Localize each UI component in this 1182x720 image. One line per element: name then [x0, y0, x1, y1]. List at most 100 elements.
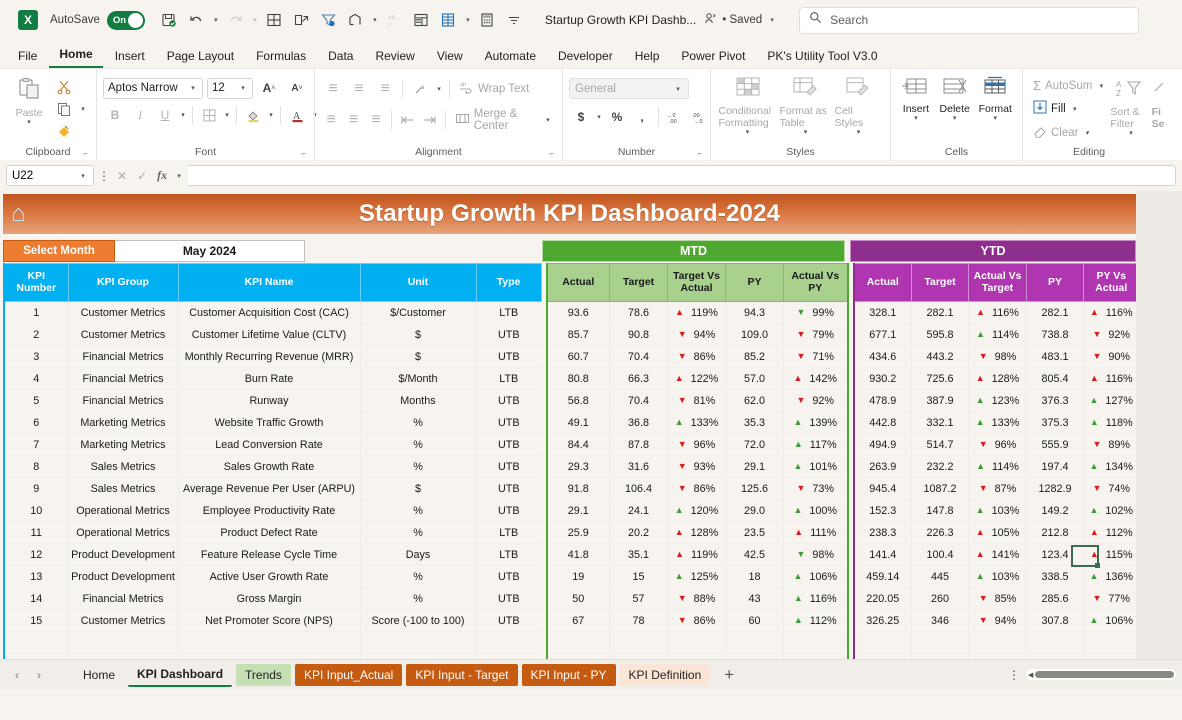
cell-ytd-py-vs-actual[interactable]: ▼ 90% — [1083, 345, 1141, 368]
cell-mtd-py[interactable]: 29.1 — [725, 455, 784, 478]
cell-mtd-target[interactable]: 57 — [609, 587, 668, 610]
table-row[interactable]: 8 Sales Metrics Sales Growth Rate% UTB 29.3 3… — [3, 455, 1141, 478]
underline-dropdown-icon[interactable]: ▾ — [178, 111, 188, 119]
cell-mtd-target[interactable]: 106.4 — [609, 477, 668, 500]
prev-sheet-icon[interactable]: ‹ — [6, 664, 28, 686]
cell-ytd-py[interactable]: 338.5 — [1026, 565, 1084, 588]
cell-empty[interactable] — [852, 631, 912, 654]
cell-type[interactable]: LTB — [475, 543, 541, 566]
cell-kpi-group[interactable]: Operational Metrics — [67, 499, 178, 522]
cell-empty[interactable] — [783, 631, 849, 654]
cell-kpi-group[interactable]: Marketing Metrics — [67, 433, 178, 456]
cell-mtd-py[interactable]: 57.0 — [725, 367, 784, 390]
cell-empty[interactable] — [667, 653, 726, 659]
cell-empty[interactable] — [177, 653, 360, 659]
sheet-tab-kpi-input-py[interactable]: KPI Input - PY — [521, 663, 616, 686]
cell-empty[interactable] — [359, 631, 476, 654]
cell-mtd-py[interactable]: 85.2 — [725, 345, 784, 368]
cell-mtd-target[interactable]: 87.8 — [609, 433, 668, 456]
cell-ytd-actual[interactable]: 434.6 — [852, 345, 912, 368]
table-row[interactable]: 15 Customer Metrics Net Promoter Score (NP… — [3, 609, 1141, 632]
cell-ytd-actual-vs-target[interactable]: ▲ 114% — [968, 323, 1027, 346]
cell-mtd-target-vs-actual[interactable]: ▼ 96% — [667, 433, 726, 456]
decrease-font-size-icon[interactable]: A ˅ — [285, 77, 309, 99]
italic-icon[interactable]: I — [128, 104, 152, 126]
cell-empty[interactable] — [177, 631, 360, 654]
cell-kpi-name[interactable]: Runway — [177, 389, 360, 412]
cut-icon[interactable] — [52, 76, 76, 98]
sort-filter-button[interactable]: AZ Sort & Filter ▾ — [1110, 76, 1151, 138]
cell-mtd-target-vs-actual[interactable]: ▲ 122% — [667, 367, 726, 390]
copy-icon[interactable] — [52, 98, 76, 120]
cell-unit[interactable]: % — [359, 455, 476, 478]
name-box-dropdown-icon[interactable]: ▾ — [78, 172, 88, 180]
tab-power-pivot[interactable]: Power Pivot — [671, 46, 755, 68]
tab-developer[interactable]: Developer — [548, 46, 623, 68]
cell-kpi-number[interactable]: 12 — [3, 543, 68, 566]
spreadsheet-dropdown-icon[interactable]: ▾ — [463, 16, 473, 24]
cell-empty[interactable] — [968, 631, 1027, 654]
number-format-select[interactable]: General ▾ — [569, 78, 689, 99]
cell-ytd-target[interactable]: 387.9 — [911, 389, 969, 412]
cell-mtd-py[interactable]: 60 — [725, 609, 784, 632]
cell-unit[interactable]: % — [359, 521, 476, 544]
cell-type[interactable]: LTB — [475, 301, 541, 324]
table-row[interactable]: 4 Financial Metrics Burn Rate $/Month LTB 80.… — [3, 367, 1141, 390]
cell-empty[interactable] — [911, 653, 969, 659]
cell-ytd-actual[interactable]: 478.9 — [852, 389, 912, 412]
cell-ytd-target[interactable]: 443.2 — [911, 345, 969, 368]
cell-unit[interactable]: % — [359, 433, 476, 456]
header-kpi-number[interactable]: KPI Number — [3, 263, 69, 302]
tab-help[interactable]: Help — [625, 46, 670, 68]
format-as-table-button[interactable]: Format as Table ▾ — [780, 73, 832, 137]
insert-function-icon[interactable]: fx — [154, 168, 170, 183]
header-mtd-py[interactable]: PY — [725, 263, 784, 302]
align-middle-icon[interactable]: ≡ — [347, 78, 371, 100]
cell-empty[interactable] — [545, 631, 610, 654]
sort-filter-dropdown-icon[interactable]: ▾ — [1126, 130, 1136, 138]
cell-mtd-actual[interactable]: 67 — [545, 609, 610, 632]
header-unit[interactable]: Unit — [359, 263, 477, 302]
spreadsheet-icon[interactable] — [436, 8, 461, 33]
cell-kpi-name[interactable]: Net Promoter Score (NPS) — [177, 609, 360, 632]
currency-dropdown-icon[interactable]: ▾ — [594, 113, 604, 121]
cell-ytd-actual-vs-target[interactable]: ▼ 87% — [968, 477, 1027, 500]
cell-unit[interactable]: % — [359, 499, 476, 522]
wrap-text-button[interactable]: ab Wrap Text — [455, 78, 533, 100]
cell-mtd-py[interactable]: 125.6 — [725, 477, 784, 500]
percent-icon[interactable]: % — [605, 106, 629, 128]
cell-empty[interactable] — [783, 653, 849, 659]
cell-ytd-actual[interactable]: 459.14 — [852, 565, 912, 588]
cell-mtd-target-vs-actual[interactable]: ▲ 133% — [667, 411, 726, 434]
cell-ytd-actual-vs-target[interactable]: ▲ 128% — [968, 367, 1027, 390]
cell-empty[interactable] — [911, 631, 969, 654]
cell-ytd-py[interactable]: 375.3 — [1026, 411, 1084, 434]
cell-ytd-py-vs-actual[interactable]: ▲ 127% — [1083, 389, 1141, 412]
cell-mtd-target-vs-actual[interactable]: ▼ 93% — [667, 455, 726, 478]
cell-type[interactable]: UTB — [475, 323, 541, 346]
tab-insert[interactable]: Insert — [105, 46, 155, 68]
cell-ytd-actual-vs-target[interactable]: ▼ 85% — [968, 587, 1027, 610]
cell-mtd-actual[interactable]: 80.8 — [545, 367, 610, 390]
table-row[interactable]: 12 Product Development Feature Release Cyc… — [3, 543, 1141, 566]
cell-ytd-target[interactable]: 514.7 — [911, 433, 969, 456]
cell-empty[interactable] — [67, 653, 178, 659]
cell-ytd-py-vs-actual[interactable]: ▼ 89% — [1083, 433, 1141, 456]
cell-mtd-target[interactable]: 70.4 — [609, 389, 668, 412]
cell-mtd-actual-vs-py[interactable]: ▲ 111% — [783, 521, 849, 544]
increase-indent-icon[interactable]: ⇥ — [420, 109, 440, 131]
borders-icon[interactable] — [197, 104, 221, 126]
cell-kpi-group[interactable]: Financial Metrics — [67, 367, 178, 390]
format-cells-button[interactable]: Format ▾ — [975, 73, 1016, 123]
add-sheet-icon[interactable]: + — [714, 665, 744, 685]
cell-kpi-name[interactable]: Active User Growth Rate — [177, 565, 360, 588]
conditional-formatting-dropdown-icon[interactable]: ▾ — [743, 129, 753, 137]
sheet-tab-kpi-input-target[interactable]: KPI Input - Target — [406, 663, 518, 686]
cell-mtd-target[interactable]: 70.4 — [609, 345, 668, 368]
align-top-icon[interactable]: ≡ — [321, 78, 345, 100]
cell-mtd-target[interactable]: 78.6 — [609, 301, 668, 324]
cell-mtd-actual-vs-py[interactable]: ▲ 116% — [783, 587, 849, 610]
cell-type[interactable]: UTB — [475, 477, 541, 500]
cell-ytd-actual[interactable]: 152.3 — [852, 499, 912, 522]
cell-kpi-group[interactable]: Marketing Metrics — [67, 411, 178, 434]
